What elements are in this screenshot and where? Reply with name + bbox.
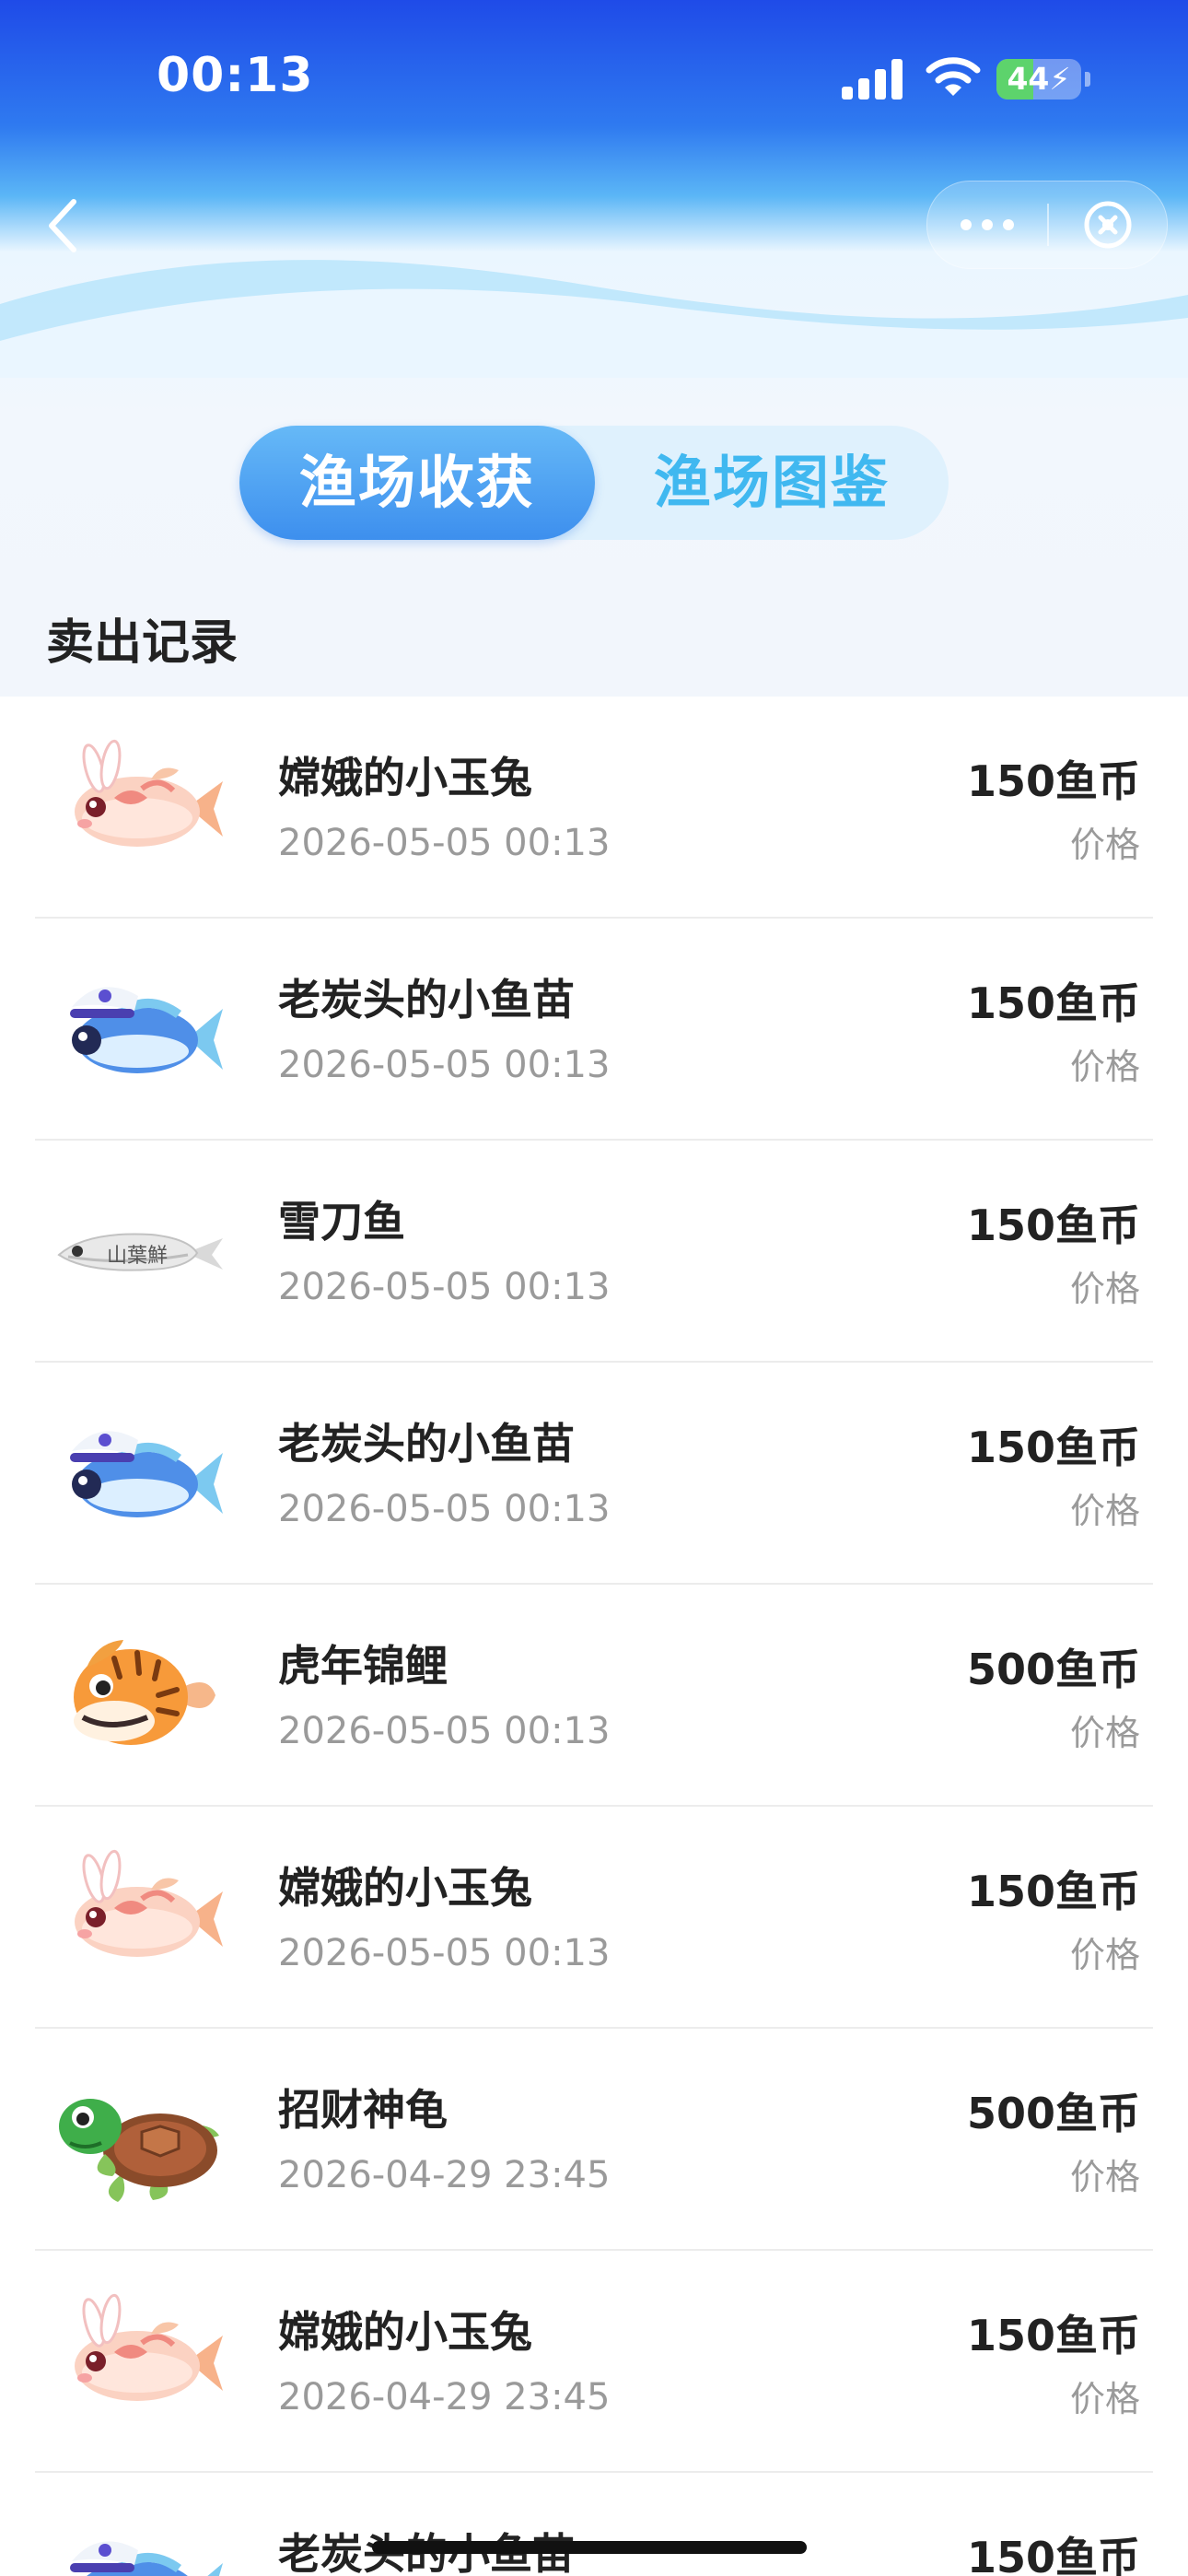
fish-image [50,1844,225,1991]
sale-price: 150鱼币 [966,978,1140,1028]
mini-program-capsule [926,181,1168,269]
sale-timestamp: 2026-05-05 00:13 [278,1044,611,1086]
sales-record-row[interactable]: 老炭头的小鱼苗 2026-05-05 00:13 150鱼币价格 [0,1363,1188,1585]
fish-name: 嫦娥的小玉兔 [278,2307,532,2357]
status-time: 00:13 [157,48,314,103]
sale-timestamp: 2026-04-29 23:45 [278,2376,611,2418]
sale-price: 500鱼币 [966,2089,1140,2138]
sale-timestamp: 2026-05-05 00:13 [278,1266,611,1308]
sales-record-row[interactable]: 嫦娥的小玉兔 2026-05-05 00:13 150鱼币价格 [0,1807,1188,2029]
fish-name: 虎年锦鲤 [278,1641,448,1691]
price-label: 价格 [1069,825,1140,865]
price-label: 价格 [1069,1935,1140,1975]
sale-timestamp: 2026-05-05 00:13 [278,1488,611,1530]
fish-image [50,2288,225,2435]
fish-name: 嫦娥的小玉兔 [278,1863,532,1913]
wifi-icon [926,57,981,96]
more-dots-icon [961,219,1014,230]
price-label: 价格 [1069,1491,1140,1531]
sale-timestamp: 2026-04-29 23:45 [278,2154,611,2196]
sale-price: 150鱼币 [966,1200,1140,1250]
fish-image [50,2066,225,2213]
section-title: 卖出记录 [46,615,239,671]
sale-price: 150鱼币 [966,1867,1140,1916]
price-label: 价格 [1069,2379,1140,2419]
close-circle-icon [1084,201,1132,249]
sales-record-row[interactable]: 嫦娥的小玉兔 2026-04-29 23:45 150鱼币价格 [0,2251,1188,2473]
price-label: 价格 [1069,1713,1140,1753]
tab-harvest[interactable]: 渔场收获 [239,426,595,540]
sales-record-row[interactable]: 山葉鮮 雪刀鱼 2026-05-05 00:13 150鱼币价格 [0,1141,1188,1363]
fish-image: 山葉鮮 [50,1177,225,1325]
fish-image [50,733,225,881]
home-indicator[interactable] [372,2541,807,2554]
more-button[interactable] [927,181,1047,268]
battery-percent: 44⚡ [1007,61,1071,97]
chevron-left-icon [49,199,76,252]
battery-indicator: 44⚡ [996,59,1081,100]
sales-record-row[interactable]: 老炭头的小鱼苗 2026-05-05 00:13 150鱼币价格 [0,919,1188,1141]
tab-switcher: 渔场收获 渔场图鉴 [239,426,949,540]
fish-name: 老炭头的小鱼苗 [278,1419,575,1469]
sale-timestamp: 2026-05-05 00:13 [278,1932,611,1974]
fish-image [50,955,225,1103]
fish-name: 嫦娥的小玉兔 [278,753,532,802]
fish-image [50,1399,225,1547]
tab-catalog[interactable]: 渔场图鉴 [595,426,949,540]
page: 00:13 44⚡ 渔场收获 渔场图鉴 卖出记录 嫦娥的小玉兔 2026-05-… [0,0,1188,2576]
sales-record-list: 嫦娥的小玉兔 2026-05-05 00:13 150鱼币 价格 老炭头的小鱼苗 202… [0,697,1188,2576]
price-label: 价格 [1069,2157,1140,2197]
sales-record-row[interactable]: 招财神龟 2026-04-29 23:45 500鱼币价格 [0,2029,1188,2251]
close-button[interactable] [1049,181,1167,268]
sales-record-row[interactable]: 虎年锦鲤 2026-05-05 00:13 500鱼币价格 [0,1585,1188,1807]
fish-name: 雪刀鱼 [278,1197,405,1247]
sale-price: 150鱼币 [966,2533,1140,2576]
price-label: 价格 [1069,1269,1140,1309]
fish-image [50,2510,225,2576]
sale-timestamp: 2026-05-05 00:13 [278,822,611,864]
sales-record-row[interactable]: 老炭头的小鱼苗150鱼币价格 [0,2473,1188,2576]
sales-record-row[interactable]: 嫦娥的小玉兔 2026-05-05 00:13 150鱼币价格 [0,697,1188,919]
back-button[interactable] [26,189,99,263]
status-bar: 00:13 44⚡ [0,0,1188,157]
sale-price: 150鱼币 [966,756,1140,806]
sale-price: 150鱼币 [966,1423,1140,1472]
fish-name: 老炭头的小鱼苗 [278,975,575,1025]
svg-text:山葉鮮: 山葉鮮 [107,1245,168,1268]
fish-image [50,1622,225,1769]
sale-price: 150鱼币 [966,2311,1140,2360]
price-label: 价格 [1069,1047,1140,1087]
fish-name: 招财神龟 [278,2085,448,2135]
sale-price: 500鱼币 [966,1645,1140,1694]
cellular-signal-icon [842,59,903,100]
battery-cap [1085,72,1090,87]
sale-timestamp: 2026-05-05 00:13 [278,1710,611,1752]
